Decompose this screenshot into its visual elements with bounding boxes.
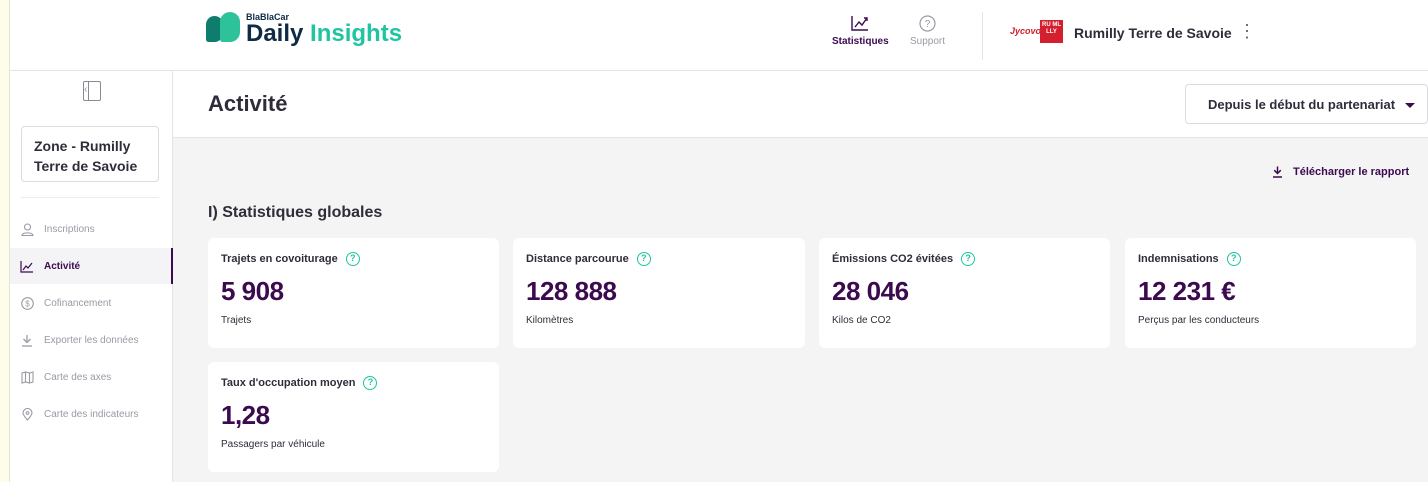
stat-card-value: 28 046 (832, 276, 909, 306)
blablacar-logo-icon (206, 12, 244, 46)
organization-name[interactable]: Rumilly Terre de Savoie (1074, 25, 1232, 41)
stat-card-occupation: Taux d'occupation moyen? 1,28 Passagers … (208, 362, 499, 472)
stat-card-title: Trajets en covoiturage (221, 253, 338, 265)
nav-statistics-label: Statistiques (832, 36, 889, 47)
period-dropdown-value: Depuis le début du partenariat (1208, 96, 1396, 112)
stat-card-value: 1,28 (221, 400, 270, 430)
section-title: I) Statistiques globales (208, 204, 383, 221)
stat-card-trajets: Trajets en covoiturage? 5 908 Trajets (208, 238, 499, 348)
stat-card-unit: Kilomètres (526, 315, 574, 326)
zone-selector[interactable]: Zone - Rumilly Terre de Savoie (21, 126, 159, 182)
stat-card-unit: Perçus par les conducteurs (1138, 315, 1260, 326)
app-logo[interactable]: BlaBlaCar Daily Insights (206, 12, 402, 46)
help-circle-icon: ? (919, 14, 937, 32)
svg-text:?: ? (925, 19, 931, 30)
user-icon (20, 222, 34, 236)
sidebar-collapse-icon[interactable] (83, 81, 101, 101)
sidebar-item-carte-axes[interactable]: Carte des axes (10, 359, 173, 395)
stat-card-title: Émissions CO2 évitées (832, 253, 954, 265)
download-report-link[interactable]: Télécharger le rapport (1272, 166, 1409, 178)
map-icon (20, 370, 34, 384)
partner-logo-badge: RU ML LLY (1040, 20, 1063, 43)
sidebar-item-label: Carte des indicateurs (44, 408, 139, 420)
sidebar-item-activite[interactable]: Activité (10, 248, 173, 284)
nav-support-label: Support (910, 36, 946, 47)
help-icon[interactable]: ? (961, 252, 976, 266)
download-icon (1272, 166, 1283, 178)
more-options-icon[interactable]: ⋮ (1238, 22, 1256, 40)
sidebar: Zone - Rumilly Terre de Savoie Inscripti… (10, 71, 173, 482)
stat-card-title: Distance parcourue (526, 253, 629, 265)
download-report-label: Télécharger le rapport (1293, 166, 1410, 178)
stat-card-indemnisations: Indemnisations? 12 231 € Perçus par les … (1125, 238, 1416, 348)
stat-card-unit: Passagers par véhicule (221, 439, 325, 450)
svg-text:$: $ (25, 299, 30, 308)
help-icon[interactable]: ? (363, 376, 378, 390)
stat-card-distance: Distance parcourue? 128 888 Kilomètres (513, 238, 805, 348)
stat-card-value: 12 231 € (1138, 276, 1236, 306)
sidebar-item-exporter[interactable]: Exporter les données (10, 322, 173, 358)
help-icon[interactable]: ? (636, 252, 651, 266)
chevron-down-icon (1405, 103, 1415, 108)
top-bar: BlaBlaCar Daily Insights Statistiques ? … (10, 0, 1428, 71)
download-icon (20, 333, 34, 347)
help-icon[interactable]: ? (345, 252, 360, 266)
stat-card-title: Indemnisations (1138, 253, 1219, 265)
sidebar-item-cofinancement[interactable]: $ Cofinancement (10, 285, 173, 321)
stat-card-co2: Émissions CO2 évitées? 28 046 Kilos de C… (819, 238, 1110, 348)
header-divider (982, 12, 983, 60)
nav-statistics[interactable]: Statistiques (832, 14, 889, 47)
sidebar-item-label: Cofinancement (44, 297, 112, 309)
help-icon[interactable]: ? (1226, 252, 1241, 266)
dollar-icon: $ (20, 296, 34, 310)
left-strip (0, 0, 10, 482)
chart-icon (851, 14, 869, 32)
stat-card-title: Taux d'occupation moyen (221, 377, 356, 389)
page-header: Activité Depuis le début du partenariat (173, 71, 1428, 138)
sidebar-item-carte-indicateurs[interactable]: Carte des indicateurs (10, 396, 173, 432)
nav-support[interactable]: ? Support (910, 14, 945, 47)
pin-icon (20, 407, 34, 421)
sidebar-item-inscriptions[interactable]: Inscriptions (10, 211, 173, 247)
page-title: Activité (208, 91, 288, 116)
stat-card-value: 128 888 (526, 276, 617, 306)
logo-daily-text: Daily (246, 20, 304, 47)
sidebar-item-label: Inscriptions (44, 223, 95, 235)
sidebar-item-label: Exporter les données (44, 334, 139, 346)
stat-card-unit: Trajets (221, 315, 252, 326)
chart-icon (20, 259, 34, 273)
sidebar-item-label: Activité (44, 260, 81, 272)
logo-insights-text: Insights (310, 20, 403, 47)
stat-card-unit: Kilos de CO2 (832, 315, 891, 326)
stat-card-value: 5 908 (221, 276, 284, 306)
sidebar-item-label: Carte des axes (44, 371, 112, 383)
sidebar-divider (21, 197, 159, 198)
period-dropdown[interactable]: Depuis le début du partenariat (1185, 84, 1428, 124)
